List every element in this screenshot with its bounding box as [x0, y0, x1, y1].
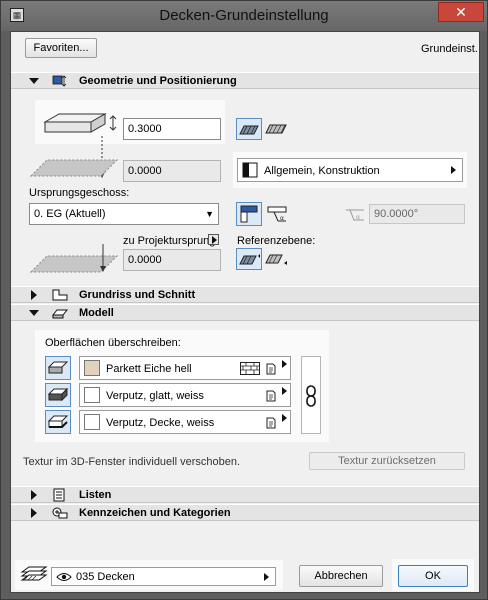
building-material-popup[interactable]: Allgemein, Konstruktion [237, 158, 463, 182]
section-lists-title: Listen [79, 489, 112, 501]
chevron-right-icon [282, 414, 287, 422]
texture-note: Textur im 3D-Fenster individuell verscho… [23, 456, 241, 468]
project-origin-icon [29, 244, 119, 273]
chain-link-icon [306, 385, 316, 407]
ok-button[interactable]: OK [398, 565, 468, 587]
chevron-right-icon [264, 573, 269, 581]
list-icon [53, 488, 65, 502]
cancel-button[interactable]: Abbrechen [299, 565, 383, 587]
origin-floor-label: Ursprungsgeschoss: [29, 187, 130, 199]
project-origin-label: zu Projektursprung [123, 235, 216, 247]
floorplan-icon [52, 289, 68, 301]
side-surface-icon [47, 387, 69, 402]
surface-top-popup[interactable]: Parkett Eiche hell [79, 356, 291, 380]
layer-value: 035 Decken [76, 571, 135, 583]
chevron-right-icon [212, 236, 217, 244]
section-model-header[interactable]: Modell [11, 304, 479, 321]
svg-text:α: α [280, 215, 284, 222]
surface-top-name: Parkett Eiche hell [106, 363, 192, 375]
override-bottom-surface-toggle[interactable] [45, 410, 71, 434]
chevron-right-icon [451, 166, 456, 174]
override-top-surface-toggle[interactable] [45, 356, 71, 380]
section-floorplan-title: Grundriss und Schnitt [79, 289, 196, 301]
surface-side-popup[interactable]: Verputz, glatt, weiss [79, 383, 291, 407]
reference-bottom-icon[interactable] [264, 250, 288, 268]
edge-custom-angle-icon[interactable]: α [266, 204, 290, 224]
layer-popup[interactable]: 035 Decken [51, 567, 276, 586]
layers-icon [20, 566, 48, 581]
chevron-right-icon [282, 387, 287, 395]
texture-reset-button[interactable]: Textur zurücksetzen [309, 452, 465, 470]
favorites-button[interactable]: Favoriten... [25, 38, 97, 58]
thickness-input[interactable]: 0.3000 [123, 118, 221, 140]
collapse-triangle-icon[interactable] [31, 508, 37, 518]
surface-side-swatch [84, 387, 100, 403]
section-tags-header[interactable]: Kennzeichen und Kategorien [11, 504, 479, 521]
section-tags-title: Kennzeichen und Kategorien [79, 507, 231, 519]
origin-floor-select[interactable]: 0. EG (Aktuell) ▼ [29, 203, 219, 225]
reference-top-icon [239, 254, 260, 265]
title-bar[interactable]: ▦ Decken-Grundeinstellung ✕ [1, 1, 487, 31]
chevron-down-icon: ▼ [205, 209, 214, 219]
section-floorplan-header[interactable]: Grundriss und Schnitt [11, 286, 479, 303]
window-title: Decken-Grundeinstellung [159, 7, 329, 24]
document-icon [266, 417, 276, 429]
reference-plane-top-toggle[interactable] [236, 248, 262, 270]
surface-top-swatch [84, 360, 100, 376]
fill-type-toggle-active[interactable] [236, 118, 262, 140]
building-material-value: Allgemein, Konstruktion [264, 165, 380, 177]
geometry-icon [52, 75, 67, 87]
close-icon: ✕ [455, 4, 467, 20]
section-geometry-title: Geometrie und Positionierung [79, 75, 237, 87]
dialog-window: ▦ Decken-Grundeinstellung ✕ Favoriten...… [0, 0, 488, 600]
surface-bottom-swatch [84, 414, 100, 430]
origin-floor-value: 0. EG (Aktuell) [34, 208, 106, 220]
svg-text:α: α [356, 214, 360, 221]
model-icon [51, 309, 69, 319]
section-lists-header[interactable]: Listen [11, 486, 479, 503]
surface-side-name: Verputz, glatt, weiss [106, 390, 204, 402]
collapse-triangle-icon[interactable] [31, 290, 37, 300]
top-surface-icon [47, 361, 69, 374]
mode-label: Grundeinst. [421, 43, 478, 55]
section-geometry-header[interactable]: Geometrie und Positionierung [11, 72, 479, 89]
collapse-triangle-icon[interactable] [31, 490, 37, 500]
slab-thickness-icon [43, 113, 117, 133]
offset-plane-icon [29, 159, 119, 177]
section-model-title: Modell [79, 307, 114, 319]
override-side-surface-toggle[interactable] [45, 383, 71, 407]
hatched-slab-icon [239, 125, 259, 135]
project-origin-input[interactable]: 0.0000 [123, 249, 221, 271]
document-icon [266, 363, 276, 375]
angle-icon: α [346, 209, 364, 221]
surface-bottom-name: Verputz, Decke, weiss [106, 417, 215, 429]
project-origin-popup-button[interactable] [208, 234, 219, 245]
edge-vertical-icon [240, 205, 258, 223]
dialog-content: Favoriten... Grundeinst. Geometrie und P… [10, 31, 480, 593]
expand-triangle-icon[interactable] [29, 78, 39, 84]
surface-override-label: Oberflächen überschreiben: [45, 337, 181, 349]
tag-icon [52, 507, 68, 519]
chevron-right-icon [282, 360, 287, 368]
reference-plane-label: Referenzebene: [237, 235, 316, 247]
document-icon [266, 390, 276, 402]
angle-input[interactable]: 90.0000° [369, 204, 465, 224]
brick-texture-icon [240, 362, 260, 375]
bottom-surface-icon [47, 415, 69, 428]
edge-vertical-toggle[interactable] [236, 202, 262, 226]
expand-triangle-icon[interactable] [29, 310, 39, 316]
close-button[interactable]: ✕ [438, 2, 484, 22]
surface-bottom-popup[interactable]: Verputz, Decke, weiss [79, 410, 291, 434]
solid-slab-icon[interactable] [264, 120, 288, 138]
eye-icon [56, 573, 72, 581]
surface-link-toggle[interactable] [301, 356, 321, 434]
building-material-icon [242, 162, 258, 178]
offset-input[interactable]: 0.0000 [123, 160, 221, 182]
